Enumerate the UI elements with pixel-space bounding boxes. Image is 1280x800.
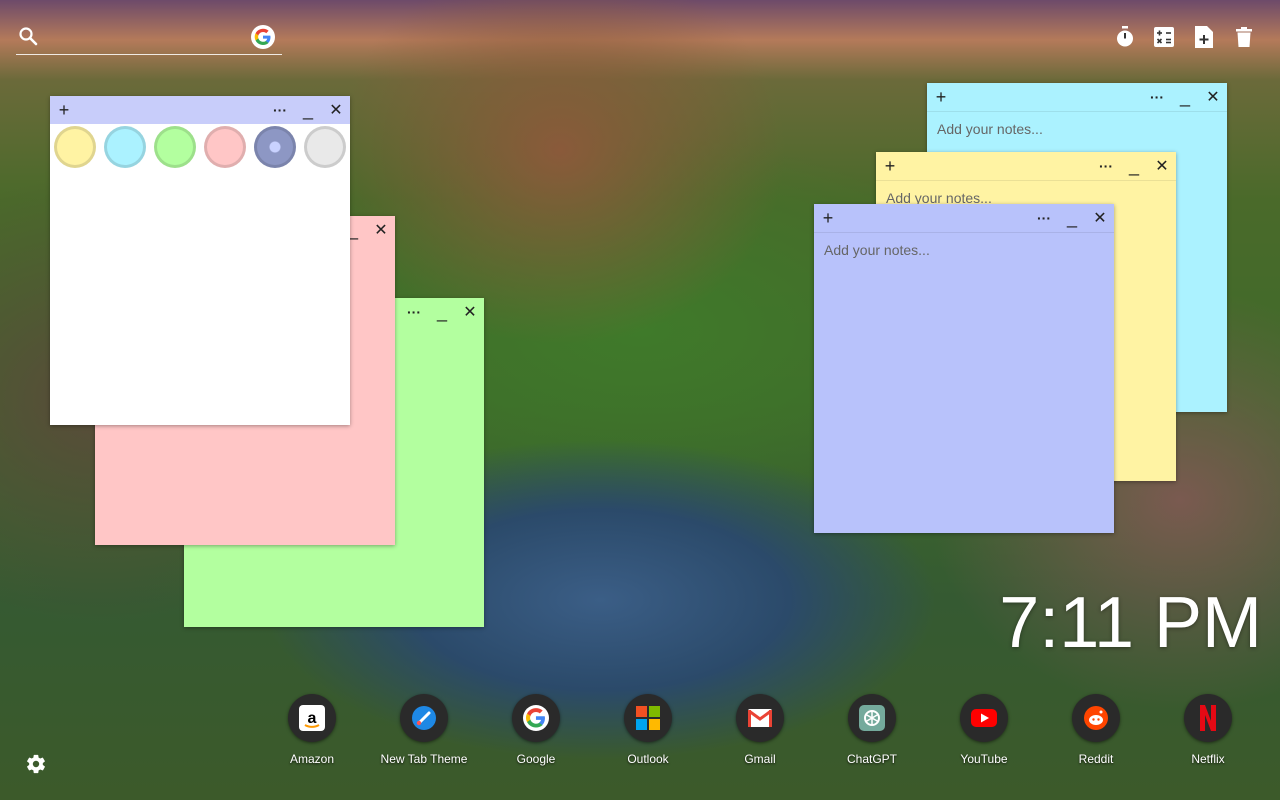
color-swatch-pink[interactable] (204, 126, 246, 168)
trash-icon[interactable] (1232, 25, 1256, 49)
shortcut-google[interactable]: Google (486, 694, 586, 766)
close-button[interactable]: ✕ (1088, 204, 1112, 232)
close-button[interactable]: ✕ (1150, 152, 1174, 180)
sticky-note-blue[interactable]: + ··· _ ✕ Add your notes... (814, 204, 1114, 533)
more-options-button[interactable]: ··· (1032, 204, 1056, 232)
shortcut-amazon[interactable]: a Amazon (262, 694, 362, 766)
close-button[interactable]: ✕ (324, 96, 348, 124)
timer-icon[interactable] (1113, 25, 1137, 49)
shortcut-youtube[interactable]: YouTube (934, 694, 1034, 766)
color-swatch-green[interactable] (154, 126, 196, 168)
shortcut-label: Google (516, 752, 556, 766)
shortcut-new-tab-theme[interactable]: New Tab Theme (374, 694, 474, 766)
minimize-button[interactable]: _ (1122, 152, 1146, 180)
shortcut-reddit[interactable]: Reddit (1046, 694, 1146, 766)
sticky-note-white[interactable]: + ··· _ ✕ (50, 96, 350, 425)
netflix-icon (1184, 694, 1232, 742)
more-options-button[interactable]: ··· (1094, 152, 1118, 180)
minimize-button[interactable]: _ (1060, 204, 1084, 232)
minimize-button[interactable]: _ (1173, 83, 1197, 111)
note-toolbar: + ··· _ ✕ (927, 83, 1227, 112)
shortcut-label: Reddit (1078, 752, 1114, 766)
calculator-icon[interactable] (1152, 25, 1176, 49)
note-placeholder[interactable]: Add your notes... (937, 121, 1043, 137)
microsoft-icon (624, 694, 672, 742)
youtube-icon (960, 694, 1008, 742)
shortcut-gmail[interactable]: Gmail (710, 694, 810, 766)
shortcut-chatgpt[interactable]: ChatGPT (822, 694, 922, 766)
gmail-icon (736, 694, 784, 742)
note-toolbar: + ··· _ ✕ (50, 96, 350, 124)
more-options-button[interactable]: ··· (402, 298, 426, 326)
note-toolbar: + ··· _ ✕ (876, 152, 1176, 181)
shortcut-label: Netflix (1191, 752, 1225, 766)
add-note-button[interactable]: + (52, 96, 76, 124)
search-underline (16, 54, 282, 55)
settings-gear-icon[interactable] (24, 752, 48, 776)
add-note-button[interactable]: + (816, 204, 840, 232)
shortcut-netflix[interactable]: Netflix (1158, 694, 1258, 766)
add-note-button[interactable]: + (878, 152, 902, 180)
shortcut-outlook[interactable]: Outlook (598, 694, 698, 766)
google-icon[interactable] (251, 25, 275, 49)
amazon-icon: a (288, 694, 336, 742)
google-icon (512, 694, 560, 742)
clock: 7:11 PM (999, 583, 1262, 663)
shortcut-label: ChatGPT (846, 752, 897, 766)
close-button[interactable]: ✕ (458, 298, 482, 326)
note-placeholder[interactable]: Add your notes... (824, 242, 930, 258)
more-options-button[interactable]: ··· (1145, 83, 1169, 111)
svg-text:a: a (308, 710, 317, 727)
shortcut-label: Amazon (289, 752, 335, 766)
search-icon[interactable] (16, 24, 40, 48)
shortcut-label: YouTube (960, 752, 1008, 766)
shortcut-label: New Tab Theme (380, 752, 468, 766)
more-options-button[interactable]: ··· (268, 96, 292, 124)
add-note-icon[interactable] (1192, 25, 1216, 49)
add-note-button[interactable]: + (929, 83, 953, 111)
new-tab-theme-icon (400, 694, 448, 742)
color-swatch-cyan[interactable] (104, 126, 146, 168)
minimize-button[interactable]: _ (430, 298, 454, 326)
shortcut-label: Gmail (744, 752, 776, 766)
minimize-button[interactable]: _ (296, 96, 320, 124)
color-swatch-blue[interactable] (254, 126, 296, 168)
reddit-icon (1072, 694, 1120, 742)
shortcut-label: Outlook (627, 752, 669, 766)
close-button[interactable]: ✕ (369, 216, 393, 244)
chatgpt-icon (848, 694, 896, 742)
color-swatch-gray[interactable] (304, 126, 346, 168)
color-swatch-yellow[interactable] (54, 126, 96, 168)
note-toolbar: + ··· _ ✕ (814, 204, 1114, 233)
close-button[interactable]: ✕ (1201, 83, 1225, 111)
